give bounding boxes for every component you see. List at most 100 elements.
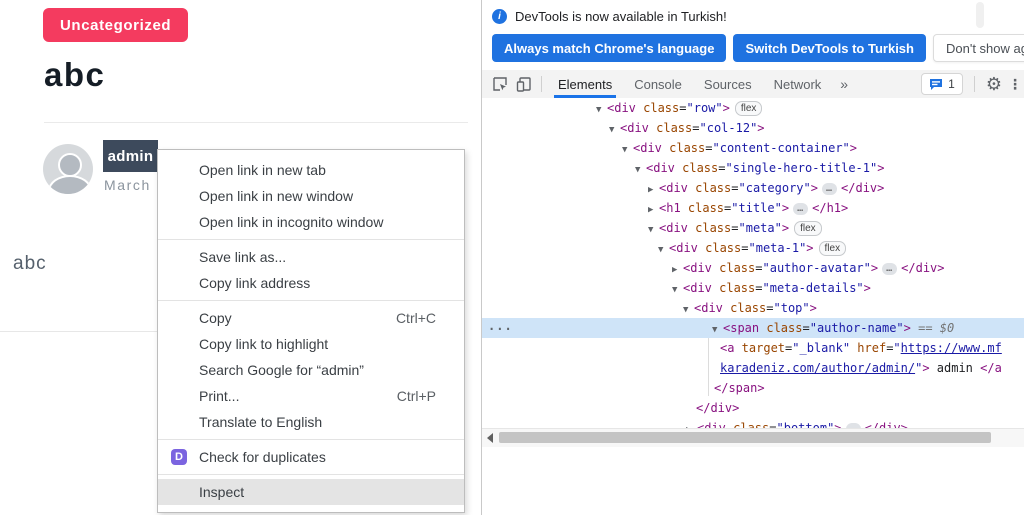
always-match-language-button[interactable]: Always match Chrome's language xyxy=(492,34,726,62)
collapse-arrow-icon[interactable]: ▼ xyxy=(648,220,659,240)
menu-item-open-link-in-new-window[interactable]: Open link in new window xyxy=(158,183,464,209)
menu-item-label: Translate to English xyxy=(199,414,322,430)
token-tag: > xyxy=(922,361,929,375)
menu-item-save-link-as[interactable]: Save link as... xyxy=(158,244,464,270)
dom-tree-row-selected[interactable]: ...▼<span class="author-name"> == $0 xyxy=(482,318,1024,338)
token-attr: class xyxy=(688,181,731,195)
menu-item-print[interactable]: Print...Ctrl+P xyxy=(158,383,464,409)
inspect-element-icon[interactable] xyxy=(488,72,512,96)
dom-tree-row[interactable]: </div> xyxy=(482,398,1024,418)
collapse-arrow-icon[interactable]: ▼ xyxy=(712,320,723,340)
token-tag: <h1 xyxy=(659,201,681,215)
token-tag: > xyxy=(871,261,878,275)
switch-devtools-turkish-button[interactable]: Switch DevTools to Turkish xyxy=(733,34,926,62)
token-plain: = xyxy=(731,181,738,195)
category-badge[interactable]: Uncategorized xyxy=(43,8,188,42)
dom-tree-row[interactable]: ▼<div class="row">flex xyxy=(482,98,1024,118)
indent-guide xyxy=(708,338,709,396)
dom-tree-row[interactable]: </span> xyxy=(482,378,1024,398)
expand-arrow-icon[interactable]: ▶ xyxy=(648,200,659,220)
token-plain: = xyxy=(755,261,762,275)
token-val: "author-name" xyxy=(810,321,904,335)
tab-sources[interactable]: Sources xyxy=(693,70,763,98)
devtools-notification: i DevTools is now available in Turkish! xyxy=(482,0,1024,32)
menu-item-open-link-in-new-tab[interactable]: Open link in new tab xyxy=(158,157,464,183)
author-avatar xyxy=(43,144,93,194)
token-val: "single-hero-title-1" xyxy=(726,161,878,175)
token-plain: = xyxy=(705,141,712,155)
token-tag: <div xyxy=(659,181,688,195)
menu-item-label: Copy link address xyxy=(199,275,310,291)
token-plain: = xyxy=(718,161,725,175)
token-val: " xyxy=(893,341,900,355)
author-name-link[interactable]: admin xyxy=(103,140,158,172)
collapse-arrow-icon[interactable]: ▼ xyxy=(635,160,646,180)
token-plain: = xyxy=(692,121,699,135)
token-tag: <div xyxy=(669,241,698,255)
token-badge: flex xyxy=(819,241,847,256)
collapse-arrow-icon[interactable]: ▼ xyxy=(609,120,620,140)
menu-item-search-google-for-admin[interactable]: Search Google for “admin” xyxy=(158,357,464,383)
token-plain: = xyxy=(741,241,748,255)
token-val: "meta" xyxy=(739,221,782,235)
expand-arrow-icon[interactable]: ▶ xyxy=(672,260,683,280)
horizontal-scrollbar[interactable] xyxy=(482,428,1024,447)
token-tag: </span> xyxy=(714,381,765,395)
dom-tree-row[interactable]: ▼<div class="meta">flex xyxy=(482,218,1024,238)
dom-tree-row[interactable]: ▶<div class="category">…</div> xyxy=(482,178,1024,198)
collapse-arrow-icon[interactable]: ▼ xyxy=(683,300,694,320)
settings-gear-icon[interactable]: ⚙ xyxy=(986,75,1002,93)
dom-tree-row[interactable]: ▼<div class="single-hero-title-1"> xyxy=(482,158,1024,178)
token-tag: </div> xyxy=(865,421,908,428)
menu-shortcut: Ctrl+P xyxy=(397,388,436,404)
token-attr: class xyxy=(726,421,769,428)
dom-tree-row[interactable]: ▼<div class="meta-details"> xyxy=(482,278,1024,298)
menu-item-open-link-in-incognito-window[interactable]: Open link in incognito window xyxy=(158,209,464,235)
token-attr: class xyxy=(649,121,692,135)
dom-tree-row[interactable]: <a target="_blank" href="https://www.mf xyxy=(482,338,1024,358)
tab-elements[interactable]: Elements xyxy=(547,70,623,98)
menu-item-translate-to-english[interactable]: Translate to English xyxy=(158,409,464,435)
token-tag: > xyxy=(806,241,813,255)
notification-scrollbar xyxy=(976,2,984,28)
collapse-arrow-icon[interactable]: ▼ xyxy=(596,100,607,120)
tab-network[interactable]: Network xyxy=(763,70,833,98)
collapse-arrow-icon[interactable]: ▼ xyxy=(672,280,683,300)
dom-tree-row[interactable]: ▼<div class="meta-1">flex xyxy=(482,238,1024,258)
token-badge: flex xyxy=(735,101,763,116)
token-attr: class xyxy=(712,281,755,295)
more-tabs-icon[interactable]: » xyxy=(832,76,856,92)
collapse-arrow-icon[interactable]: ▼ xyxy=(622,140,633,160)
issues-counter[interactable]: 1 xyxy=(921,73,963,95)
menu-item-copy-link-to-highlight[interactable]: Copy link to highlight xyxy=(158,331,464,357)
issues-count: 1 xyxy=(948,77,955,91)
dom-tree-row[interactable]: ▼<div class="col-12"> xyxy=(482,118,1024,138)
devtools-menu-dots-icon[interactable]: ⋮ xyxy=(1008,76,1022,93)
token-tag: > xyxy=(834,421,841,428)
tab-console[interactable]: Console xyxy=(623,70,693,98)
row-options-dots-icon[interactable]: ... xyxy=(488,316,513,336)
menu-item-inspect[interactable]: Inspect xyxy=(158,479,464,505)
scroll-left-arrow-icon[interactable] xyxy=(487,433,493,443)
dom-tree-row[interactable]: ▼<div class="content-container"> xyxy=(482,138,1024,158)
dom-tree-row[interactable]: ▶<div class="bottom">…</div> xyxy=(482,418,1024,428)
token-tag: > xyxy=(810,301,817,315)
token-val: "content-container" xyxy=(713,141,850,155)
expand-arrow-icon[interactable]: ▶ xyxy=(648,180,659,200)
menu-item-check-for-duplicates[interactable]: DCheck for duplicates xyxy=(158,444,464,470)
expand-arrow-icon[interactable]: ▶ xyxy=(686,420,697,428)
dom-tree-row[interactable]: ▶<div class="author-avatar">…</div> xyxy=(482,258,1024,278)
menu-item-copy-link-address[interactable]: Copy link address xyxy=(158,270,464,296)
token-tag: > xyxy=(757,121,764,135)
dom-tree-row[interactable]: karadeniz.com/author/admin/"> admin </a xyxy=(482,358,1024,378)
dont-show-again-button[interactable]: Don't show again xyxy=(933,34,1024,62)
menu-item-copy[interactable]: CopyCtrl+C xyxy=(158,305,464,331)
token-plain: = xyxy=(679,101,686,115)
dom-tree-row[interactable]: ▼<div class="top"> xyxy=(482,298,1024,318)
collapse-arrow-icon[interactable]: ▼ xyxy=(658,240,669,260)
token-val: "category" xyxy=(739,181,811,195)
dom-tree-row[interactable]: ▶<h1 class="title">…</h1> xyxy=(482,198,1024,218)
device-toolbar-icon[interactable] xyxy=(512,72,536,96)
scrollbar-thumb[interactable] xyxy=(499,432,991,443)
token-attr: class xyxy=(688,221,731,235)
